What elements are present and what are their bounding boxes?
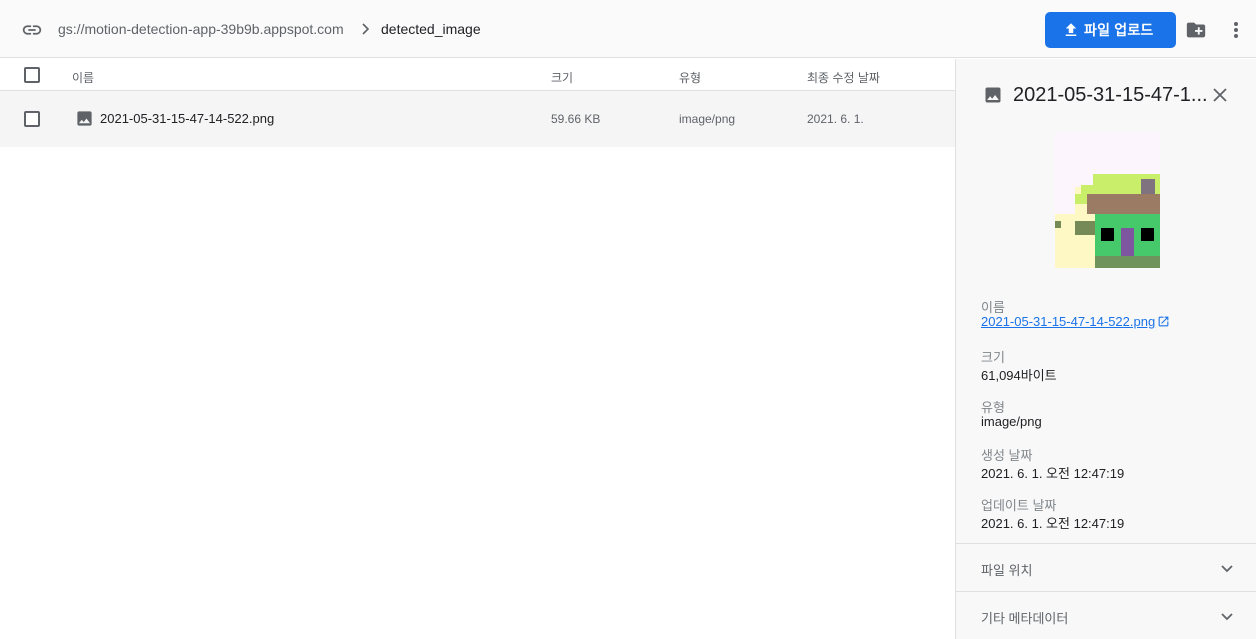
field-updated-label: 업데이트 날짜 <box>981 498 1057 513</box>
column-header-name[interactable]: 이름 <box>72 69 94 86</box>
field-size-value: 61,094바이트 <box>981 368 1057 383</box>
link-icon[interactable] <box>21 19 43 41</box>
select-all-checkbox[interactable] <box>24 67 40 83</box>
upload-file-button[interactable]: 파일 업로드 <box>1045 12 1176 48</box>
column-header-type[interactable]: 유형 <box>679 69 701 86</box>
field-type-value: image/png <box>981 414 1042 429</box>
more-vert-icon[interactable] <box>1226 18 1246 42</box>
row-file-size: 59.66 KB <box>551 112 601 126</box>
table-row[interactable]: 2021-05-31-15-47-14-522.png 59.66 KB ima… <box>0 91 955 147</box>
top-bar: gs://motion-detection-app-39b9b.appspot.… <box>0 0 1256 58</box>
row-file-type: image/png <box>679 112 736 126</box>
close-icon[interactable] <box>1211 86 1229 104</box>
chevron-right-icon <box>362 23 370 35</box>
chevron-down-icon <box>1221 613 1233 621</box>
section-file-location-label: 파일 위치 <box>981 563 1033 578</box>
image-icon <box>985 87 1001 103</box>
chevron-down-icon <box>1221 565 1233 573</box>
column-header-size[interactable]: 크기 <box>551 69 573 86</box>
image-preview <box>1055 132 1160 268</box>
file-name-link[interactable]: 2021-05-31-15-47-14-522.png <box>981 314 1155 329</box>
section-other-metadata[interactable]: 기타 메타데이터 <box>956 591 1256 639</box>
breadcrumb-bucket[interactable]: gs://motion-detection-app-39b9b.appspot.… <box>58 21 344 37</box>
open-in-new-icon[interactable] <box>1157 315 1170 328</box>
row-file-modified: 2021. 6. 1. <box>807 112 864 126</box>
file-list: 이름 크기 유형 최종 수정 날짜 2021-05-31-15-47-14-52… <box>0 59 955 639</box>
table-header: 이름 크기 유형 최종 수정 날짜 <box>0 59 955 91</box>
image-icon <box>77 111 92 126</box>
field-updated-value: 2021. 6. 1. 오전 12:47:19 <box>981 516 1125 531</box>
details-title: 2021-05-31-15-47-1... <box>1013 84 1208 106</box>
breadcrumb-current-folder: detected_image <box>381 21 481 37</box>
section-other-metadata-label: 기타 메타데이터 <box>981 611 1069 626</box>
create-folder-icon[interactable] <box>1184 19 1208 41</box>
file-details-panel: 2021-05-31-15-47-1... 이름 2021-05-31-15-4… <box>955 59 1256 639</box>
field-created-value: 2021. 6. 1. 오전 12:47:19 <box>981 466 1125 481</box>
upload-icon <box>1065 23 1077 36</box>
field-name-value[interactable]: 2021-05-31-15-47-14-522.png <box>981 314 1170 329</box>
upload-file-label: 파일 업로드 <box>1084 22 1154 38</box>
row-checkbox[interactable] <box>24 111 40 127</box>
column-header-modified[interactable]: 최종 수정 날짜 <box>807 69 880 86</box>
field-created-label: 생성 날짜 <box>981 448 1033 463</box>
section-file-location[interactable]: 파일 위치 <box>956 543 1256 591</box>
row-file-name[interactable]: 2021-05-31-15-47-14-522.png <box>100 111 274 126</box>
field-size-label: 크기 <box>981 350 1005 365</box>
